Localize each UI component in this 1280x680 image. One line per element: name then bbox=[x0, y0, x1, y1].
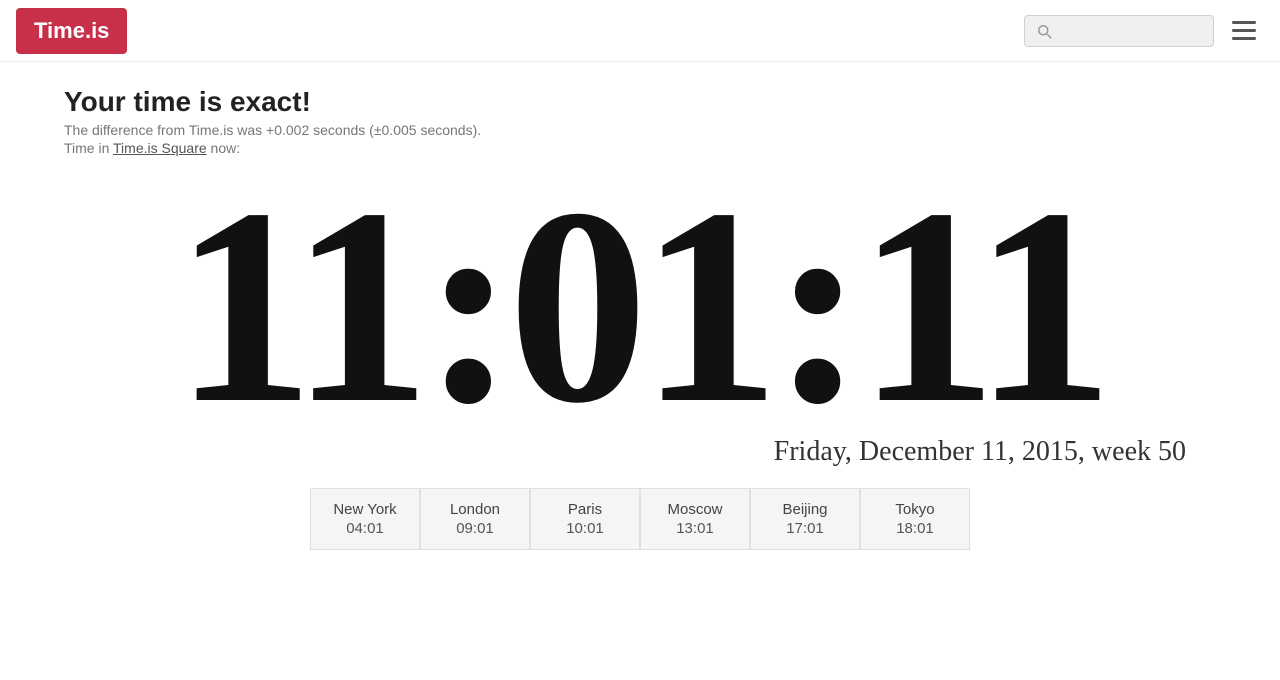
search-icon bbox=[1035, 22, 1053, 40]
logo-text: Time.is bbox=[34, 18, 109, 43]
search-box[interactable] bbox=[1024, 15, 1214, 47]
city-time: 13:01 bbox=[661, 520, 729, 537]
time-diff-text: The difference from Time.is was +0.002 s… bbox=[64, 122, 1216, 138]
city-box[interactable]: New York 04:01 bbox=[310, 488, 420, 550]
city-time: 10:01 bbox=[551, 520, 619, 537]
city-name: New York bbox=[331, 501, 399, 518]
date-text: Friday, December 11, 2015, week 50 bbox=[774, 436, 1186, 468]
city-box[interactable]: London 09:01 bbox=[420, 488, 530, 550]
logo[interactable]: Time.is bbox=[16, 8, 127, 54]
city-name: Paris bbox=[551, 501, 619, 518]
clock-time: 11:01:11 bbox=[174, 166, 1106, 446]
main-content: Your time is exact! The difference from … bbox=[0, 62, 1280, 550]
city-name: London bbox=[441, 501, 509, 518]
city-name: Beijing bbox=[771, 501, 839, 518]
city-name: Moscow bbox=[661, 501, 729, 518]
city-box[interactable]: Paris 10:01 bbox=[530, 488, 640, 550]
city-box[interactable]: Tokyo 18:01 bbox=[860, 488, 970, 550]
search-input[interactable] bbox=[1059, 23, 1203, 39]
exact-title: Your time is exact! bbox=[64, 86, 1216, 118]
header: Time.is bbox=[0, 0, 1280, 62]
city-times: New York 04:01 London 09:01 Paris 10:01 Moscow… bbox=[64, 488, 1216, 550]
city-time: 18:01 bbox=[881, 520, 949, 537]
time-square-prefix: Time in bbox=[64, 140, 113, 156]
header-right bbox=[1024, 13, 1264, 48]
city-time: 09:01 bbox=[441, 520, 509, 537]
hamburger-menu-button[interactable] bbox=[1224, 13, 1264, 48]
city-time: 17:01 bbox=[771, 520, 839, 537]
city-time: 04:01 bbox=[331, 520, 399, 537]
clock-display: 11:01:11 bbox=[24, 156, 1256, 446]
city-box[interactable]: Beijing 17:01 bbox=[750, 488, 860, 550]
city-name: Tokyo bbox=[881, 501, 949, 518]
city-box[interactable]: Moscow 13:01 bbox=[640, 488, 750, 550]
